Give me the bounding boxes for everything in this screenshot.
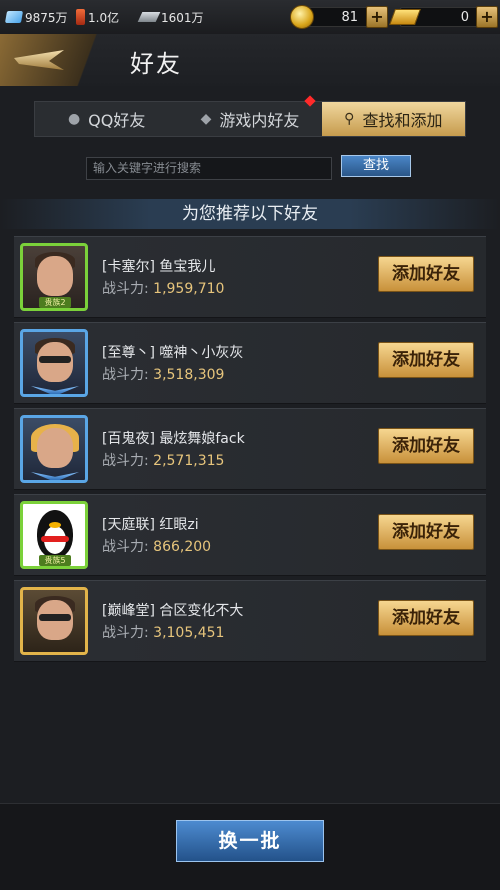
fuel-can-icon bbox=[76, 9, 85, 25]
noble-badge: 贵族5 bbox=[39, 555, 71, 566]
avatar bbox=[20, 329, 88, 397]
tab-label: QQ好友 bbox=[88, 111, 146, 130]
friend-power: 战斗力: 1,959,710 bbox=[102, 278, 224, 298]
power-value: 1,959,710 bbox=[153, 281, 225, 297]
rank-wings-icon bbox=[31, 386, 79, 394]
avatar bbox=[20, 415, 88, 483]
list-item: 贵族2 [卡塞尔] 鱼宝我儿 战斗力: 1,959,710 添加好友 bbox=[14, 236, 486, 318]
coin-icon bbox=[290, 5, 314, 29]
power-label: 战斗力: bbox=[102, 625, 149, 641]
list-item: [百鬼夜] 最炫舞娘fack 战斗力: 2,571,315 添加好友 bbox=[14, 408, 486, 490]
add-friend-button[interactable]: 添加好友 bbox=[378, 514, 474, 550]
search-input[interactable]: 输入关键字进行搜索 bbox=[86, 157, 332, 180]
avatar bbox=[20, 587, 88, 655]
add-friend-button[interactable]: 添加好友 bbox=[378, 342, 474, 378]
page-title: 好友 bbox=[130, 50, 182, 78]
back-button[interactable] bbox=[0, 34, 118, 86]
friend-power: 战斗力: 2,571,315 bbox=[102, 450, 224, 470]
power-value: 866,200 bbox=[153, 539, 212, 555]
diamond-amount: 9875万 bbox=[25, 10, 68, 25]
friend-name: [巅峰堂] 合区变化不大 bbox=[102, 603, 244, 619]
avatar: 贵族5 bbox=[20, 501, 88, 569]
tab-bar: ● QQ好友 ◆ 游戏内好友 ⚲ 查找和添加 bbox=[34, 95, 466, 137]
add-friend-button[interactable]: 添加好友 bbox=[378, 256, 474, 292]
diamond-resource: 9875万 bbox=[4, 0, 68, 34]
friend-name: [卡塞尔] 鱼宝我儿 bbox=[102, 259, 216, 275]
power-value: 3,105,451 bbox=[153, 625, 225, 641]
refresh-batch-button[interactable]: 换一批 bbox=[176, 820, 324, 862]
add-coin-button[interactable]: + bbox=[366, 6, 388, 28]
qq-penguin-icon bbox=[37, 510, 73, 558]
steel-amount: 1601万 bbox=[161, 10, 204, 25]
power-value: 3,518,309 bbox=[153, 367, 225, 383]
friend-power: 战斗力: 866,200 bbox=[102, 536, 211, 556]
fuel-amount: 1.0亿 bbox=[88, 10, 120, 25]
tab-label: 游戏内好友 bbox=[219, 111, 300, 130]
friend-name: [天庭联] 红眼zi bbox=[102, 517, 199, 533]
diamond-icon bbox=[4, 11, 24, 23]
list-item: [巅峰堂] 合区变化不大 战斗力: 3,105,451 添加好友 bbox=[14, 580, 486, 662]
gold-bar-icon bbox=[389, 9, 421, 25]
add-friend-button[interactable]: 添加好友 bbox=[378, 600, 474, 636]
tab-ingame-friends[interactable]: ◆ 游戏内好友 bbox=[178, 95, 321, 136]
notification-dot bbox=[303, 95, 316, 107]
friend-list: 贵族2 [卡塞尔] 鱼宝我儿 战斗力: 1,959,710 添加好友 [至尊丶]… bbox=[14, 236, 486, 666]
section-title: 为您推荐以下好友 bbox=[0, 199, 500, 229]
add-friend-button[interactable]: 添加好友 bbox=[378, 428, 474, 464]
qq-icon: ● bbox=[67, 111, 81, 127]
list-item: [至尊丶] 噬神丶小灰灰 战斗力: 3,518,309 添加好友 bbox=[14, 322, 486, 404]
search-icon: ⚲ bbox=[344, 111, 355, 127]
avatar: 贵族2 bbox=[20, 243, 88, 311]
steel-resource: 1601万 bbox=[137, 0, 204, 34]
friend-name: [百鬼夜] 最炫舞娘fack bbox=[102, 431, 245, 447]
friend-power: 战斗力: 3,105,451 bbox=[102, 622, 224, 642]
tab-find-and-add[interactable]: ⚲ 查找和添加 bbox=[321, 102, 465, 136]
friend-power: 战斗力: 3,518,309 bbox=[102, 364, 224, 384]
gold-amount: 0 bbox=[460, 9, 469, 25]
resource-bar: 9875万 1.0亿 1601万 81 + 0 + bbox=[0, 0, 500, 35]
page-header: 好友 bbox=[0, 34, 500, 86]
friend-name: [至尊丶] 噬神丶小灰灰 bbox=[102, 345, 244, 361]
list-item: 贵族5 [天庭联] 红眼zi 战斗力: 866,200 添加好友 bbox=[14, 494, 486, 576]
rank-wings-icon bbox=[31, 472, 79, 480]
friends-icon: ◆ bbox=[200, 111, 212, 127]
tab-label: 查找和添加 bbox=[362, 111, 443, 130]
power-label: 战斗力: bbox=[102, 453, 149, 469]
power-label: 战斗力: bbox=[102, 281, 149, 297]
power-value: 2,571,315 bbox=[153, 453, 225, 469]
power-label: 战斗力: bbox=[102, 539, 149, 555]
steel-bar-icon bbox=[137, 12, 161, 22]
tab-qq-friends[interactable]: ● QQ好友 bbox=[35, 102, 178, 136]
wing-emblem-icon bbox=[14, 50, 64, 70]
noble-badge: 贵族2 bbox=[39, 297, 71, 308]
search-button[interactable]: 查找 bbox=[341, 155, 411, 177]
power-label: 战斗力: bbox=[102, 367, 149, 383]
coin-amount: 81 bbox=[341, 9, 358, 25]
add-gold-button[interactable]: + bbox=[476, 6, 498, 28]
fuel-resource: 1.0亿 bbox=[76, 0, 119, 34]
